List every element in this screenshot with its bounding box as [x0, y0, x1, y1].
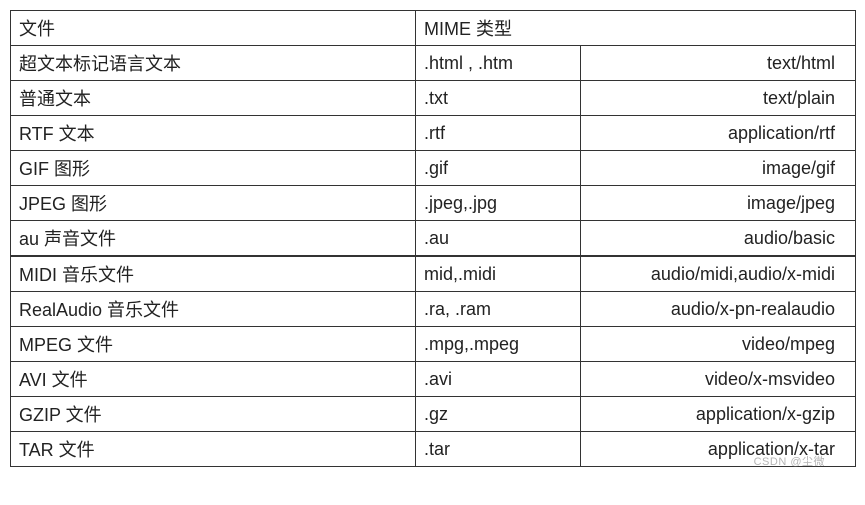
table-row: AVI 文件 .avi video/x-msvideo	[11, 362, 856, 397]
cell-ext: .txt	[416, 81, 581, 116]
cell-ext: .avi	[416, 362, 581, 397]
table-row: GZIP 文件 .gz application/x-gzip	[11, 397, 856, 432]
cell-file: RTF 文本	[11, 116, 416, 151]
table-header-row: 文件 MIME 类型	[11, 11, 856, 46]
cell-ext: .mpg,.mpeg	[416, 327, 581, 362]
cell-ext: .ra, .ram	[416, 292, 581, 327]
cell-file: JPEG 图形	[11, 186, 416, 221]
cell-mime: audio/midi,audio/x-midi	[581, 256, 856, 292]
mime-type-table: 文件 MIME 类型 超文本标记语言文本 .html , .htm text/h…	[10, 10, 856, 467]
cell-file: 超文本标记语言文本	[11, 46, 416, 81]
table-row: 超文本标记语言文本 .html , .htm text/html	[11, 46, 856, 81]
cell-mime: text/plain	[581, 81, 856, 116]
cell-mime: image/gif	[581, 151, 856, 186]
cell-file: GZIP 文件	[11, 397, 416, 432]
table-row: MPEG 文件 .mpg,.mpeg video/mpeg	[11, 327, 856, 362]
cell-file: MPEG 文件	[11, 327, 416, 362]
cell-ext: .gz	[416, 397, 581, 432]
table-row: GIF 图形 .gif image/gif	[11, 151, 856, 186]
table-row: au 声音文件 .au audio/basic	[11, 221, 856, 257]
table-row: RTF 文本 .rtf application/rtf	[11, 116, 856, 151]
cell-file: MIDI 音乐文件	[11, 256, 416, 292]
table-row: 普通文本 .txt text/plain	[11, 81, 856, 116]
cell-mime: audio/basic	[581, 221, 856, 257]
cell-mime: text/html	[581, 46, 856, 81]
table-row: MIDI 音乐文件 mid,.midi audio/midi,audio/x-m…	[11, 256, 856, 292]
table-row: RealAudio 音乐文件 .ra, .ram audio/x-pn-real…	[11, 292, 856, 327]
table-row: JPEG 图形 .jpeg,.jpg image/jpeg	[11, 186, 856, 221]
cell-file: au 声音文件	[11, 221, 416, 257]
cell-mime: image/jpeg	[581, 186, 856, 221]
cell-mime: audio/x-pn-realaudio	[581, 292, 856, 327]
cell-file: AVI 文件	[11, 362, 416, 397]
cell-ext: .gif	[416, 151, 581, 186]
cell-mime: application/rtf	[581, 116, 856, 151]
cell-mime: video/mpeg	[581, 327, 856, 362]
table-body: 文件 MIME 类型 超文本标记语言文本 .html , .htm text/h…	[11, 11, 856, 467]
cell-mime: video/x-msvideo	[581, 362, 856, 397]
cell-ext: .jpeg,.jpg	[416, 186, 581, 221]
cell-file: 普通文本	[11, 81, 416, 116]
cell-file: GIF 图形	[11, 151, 416, 186]
cell-mime: application/x-gzip	[581, 397, 856, 432]
header-mime: MIME 类型	[416, 11, 856, 46]
cell-ext: mid,.midi	[416, 256, 581, 292]
cell-ext: .rtf	[416, 116, 581, 151]
header-file: 文件	[11, 11, 416, 46]
cell-file: RealAudio 音乐文件	[11, 292, 416, 327]
watermark-text: CSDN @尘微	[10, 453, 855, 469]
cell-ext: .au	[416, 221, 581, 257]
cell-ext: .html , .htm	[416, 46, 581, 81]
